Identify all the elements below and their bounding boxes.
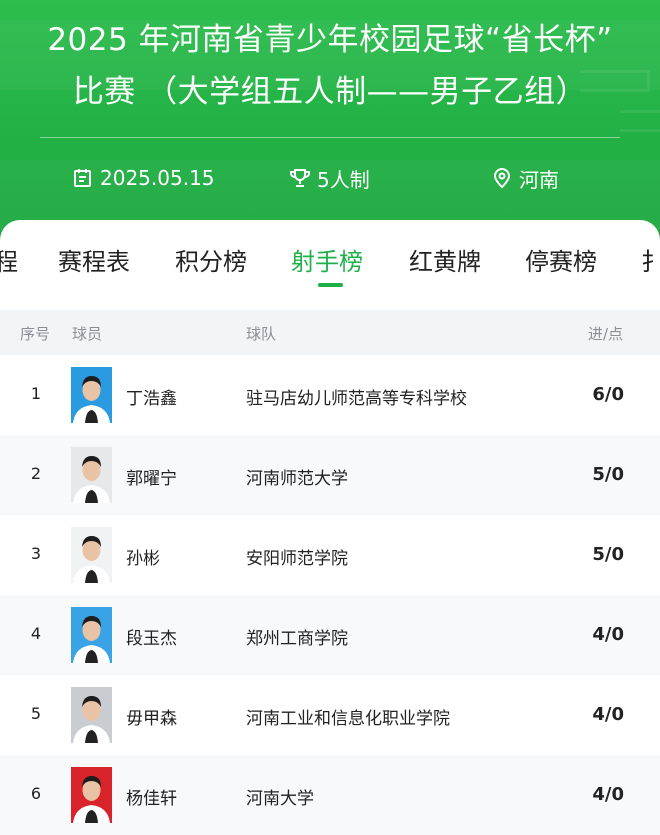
player-photo xyxy=(71,527,112,583)
event-date-text: 2025.05.15 xyxy=(100,166,215,190)
player-photo xyxy=(71,687,112,743)
team-name: 河南大学 xyxy=(246,789,314,809)
column-header-rank: 序号 xyxy=(20,325,51,343)
column-header-player: 球员 xyxy=(72,325,103,343)
goals-penalties: 5/0 xyxy=(592,544,624,565)
goals-penalties: 6/0 xyxy=(592,384,624,405)
tab-top-scorers[interactable]: 射手榜 xyxy=(291,242,363,277)
goals-penalties: 5/0 xyxy=(592,464,624,485)
tab-partial-left[interactable]: 程 xyxy=(0,242,18,277)
event-format-text: 5人制 xyxy=(317,167,370,192)
player-name: 郭曜宁 xyxy=(126,469,177,489)
table-header: 序号 球员 球队 进/点 xyxy=(0,310,660,355)
rank-cell: 3 xyxy=(30,544,42,563)
location-pin-icon xyxy=(491,167,513,189)
content-panel: 程 赛程表 积分榜 射手榜 红黄牌 停赛榜 扌 序号 球员 球队 进/点 1 丁浩… xyxy=(0,220,660,835)
calendar-icon xyxy=(72,167,94,189)
column-header-goals: 进/点 xyxy=(588,325,624,343)
event-title: 2025 年河南省青少年校园足球“省长杯” 比赛 （大学组五人制——男子乙组） xyxy=(20,14,640,118)
table-row[interactable]: 5 毋甲森 河南工业和信息化职业学院 4/0 xyxy=(0,675,660,755)
player-name: 杨佳轩 xyxy=(126,789,177,809)
rank-cell: 4 xyxy=(30,624,42,643)
tab-suspensions[interactable]: 停赛榜 xyxy=(525,242,597,277)
player-name: 段玉杰 xyxy=(126,629,177,649)
player-name: 丁浩鑫 xyxy=(126,389,177,409)
player-photo xyxy=(71,447,112,503)
active-tab-indicator xyxy=(318,283,343,287)
goals-penalties: 4/0 xyxy=(592,704,624,725)
tab-bar: 程 赛程表 积分榜 射手榜 红黄牌 停赛榜 扌 xyxy=(0,220,660,310)
header-divider xyxy=(40,137,620,138)
event-location-text: 河南 xyxy=(519,167,559,192)
event-title-line2: 比赛 （大学组五人制——男子乙组） xyxy=(72,74,588,110)
event-location: 河南 xyxy=(491,162,559,194)
table-row[interactable]: 4 段玉杰 郑州工商学院 4/0 xyxy=(0,595,660,675)
column-header-team: 球队 xyxy=(246,325,277,343)
trophy-icon xyxy=(289,167,311,189)
event-format: 5人制 xyxy=(289,162,370,194)
goals-penalties: 4/0 xyxy=(592,784,624,805)
tab-standings[interactable]: 积分榜 xyxy=(175,242,247,277)
table-row[interactable]: 2 郭曜宁 河南师范大学 5/0 xyxy=(0,435,660,515)
team-name: 驻马店幼儿师范高等专科学校 xyxy=(246,389,467,409)
table-row[interactable]: 6 杨佳轩 河南大学 4/0 xyxy=(0,755,660,835)
player-name: 毋甲森 xyxy=(126,709,177,729)
event-title-line1: 2025 年河南省青少年校园足球“省长杯” xyxy=(47,22,613,58)
player-photo xyxy=(71,367,112,423)
table-row[interactable]: 3 孙彬 安阳师范学院 5/0 xyxy=(0,515,660,595)
event-date: 2025.05.15 xyxy=(72,162,215,194)
rank-cell: 2 xyxy=(30,464,42,483)
tab-partial-right[interactable]: 扌 xyxy=(641,242,660,277)
rank-cell: 6 xyxy=(30,784,42,803)
team-name: 安阳师范学院 xyxy=(246,549,348,569)
player-name: 孙彬 xyxy=(126,549,160,569)
tab-schedule[interactable]: 赛程表 xyxy=(58,242,130,277)
table-row[interactable]: 1 丁浩鑫 驻马店幼儿师范高等专科学校 6/0 xyxy=(0,355,660,435)
player-photo xyxy=(71,607,112,663)
goals-penalties: 4/0 xyxy=(592,624,624,645)
team-name: 郑州工商学院 xyxy=(246,629,348,649)
rank-cell: 1 xyxy=(30,384,42,403)
team-name: 河南师范大学 xyxy=(246,469,348,489)
team-name: 河南工业和信息化职业学院 xyxy=(246,709,450,729)
tab-cards[interactable]: 红黄牌 xyxy=(409,242,481,277)
player-photo xyxy=(71,767,112,823)
rank-cell: 5 xyxy=(30,704,42,723)
